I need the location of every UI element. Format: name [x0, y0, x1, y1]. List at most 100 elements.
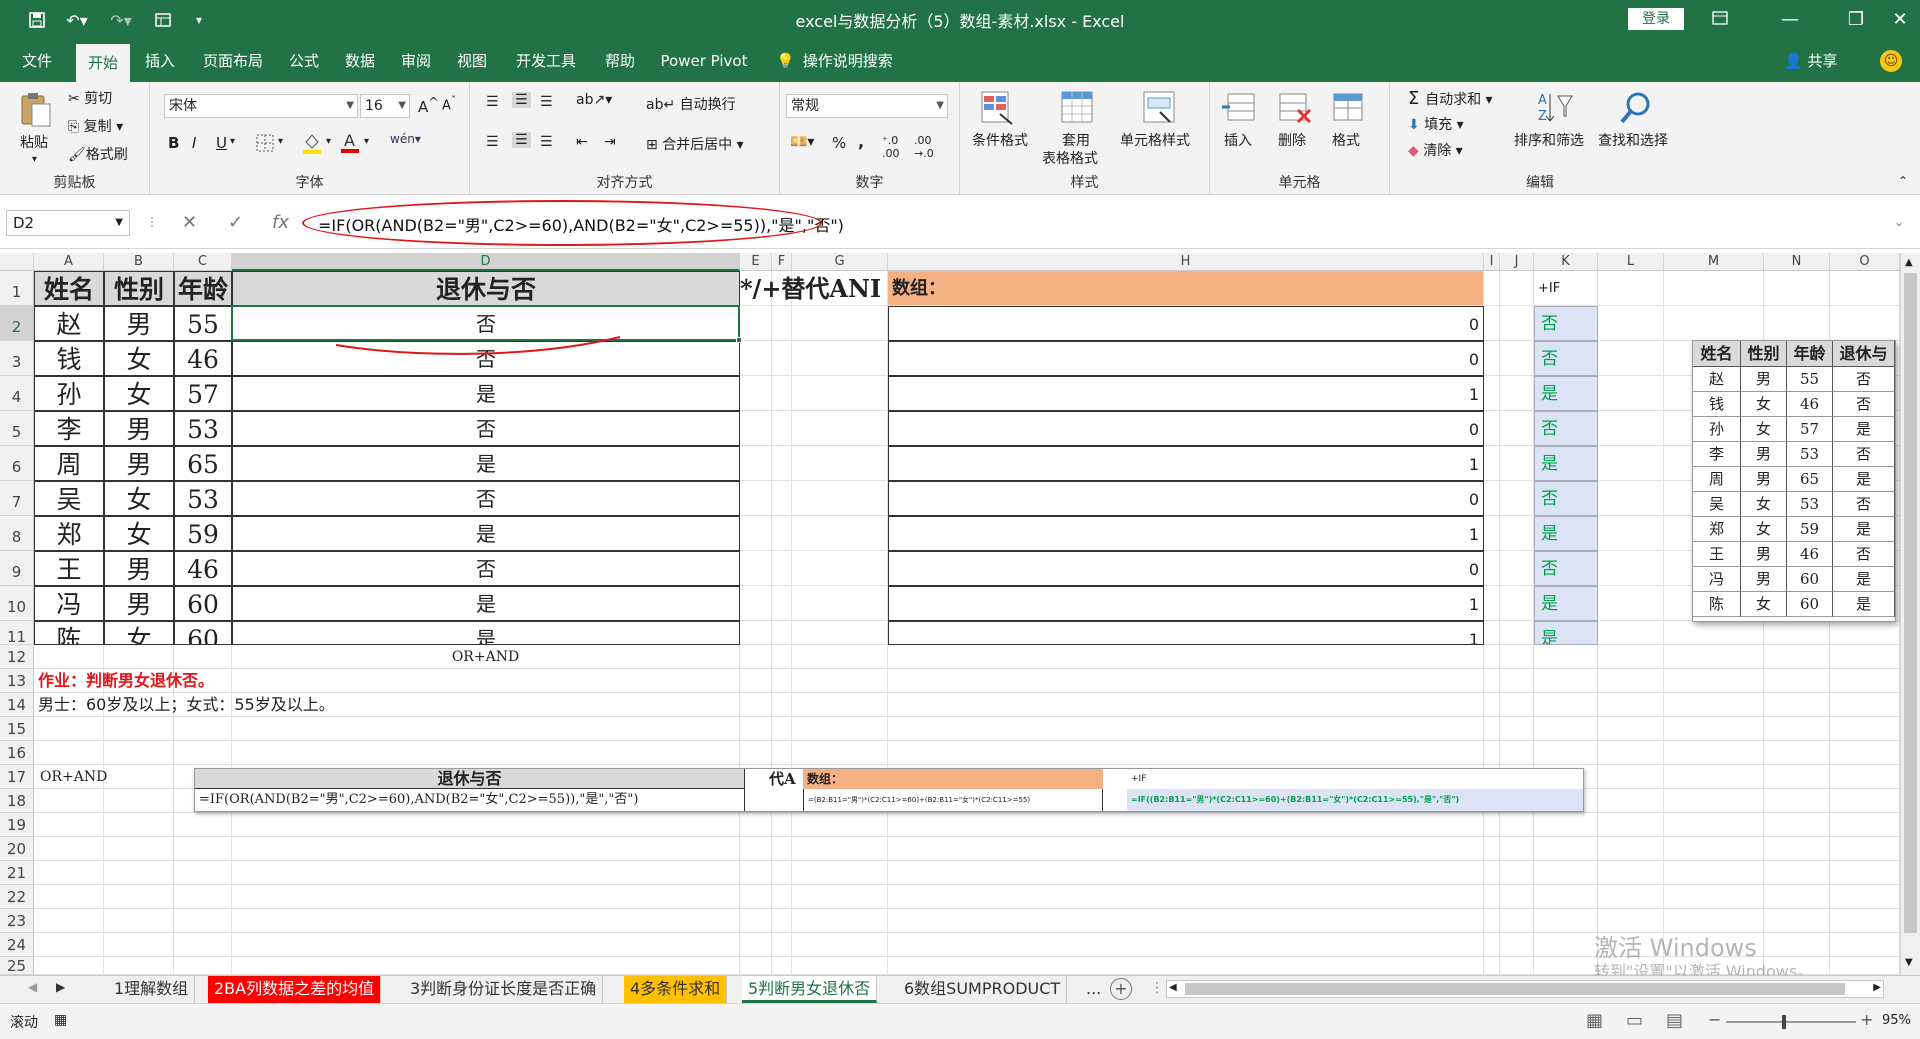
column-header-f[interactable]: F [772, 253, 792, 271]
cell-gender[interactable]: 男 [104, 586, 174, 621]
row-header-20[interactable]: 20 [0, 837, 34, 861]
format-label[interactable]: 格式 [1332, 130, 1360, 150]
row-header-2[interactable]: 2 [0, 306, 34, 341]
cell-name[interactable]: 王 [34, 551, 104, 586]
cell-retired[interactable]: 否 [232, 481, 740, 516]
row-header-5[interactable]: 5 [0, 411, 34, 446]
cell-retired[interactable]: 否 [232, 551, 740, 586]
cell-retired[interactable]: 是 [232, 376, 740, 411]
align-left-icon[interactable]: ☰ [486, 134, 499, 150]
borders-icon[interactable] [256, 134, 274, 156]
pasted-formula-picture[interactable]: 退休与否 =IF(OR(AND(B2="男",C2>=60),AND(B2="女… [194, 768, 1584, 812]
page-break-view-icon[interactable]: ▤ [1666, 1010, 1683, 1031]
align-center-icon[interactable]: ☰ [512, 132, 531, 148]
tab-developer[interactable]: 开发工具 [504, 40, 588, 82]
cell-name[interactable]: 吴 [34, 481, 104, 516]
cell-name[interactable]: 赵 [34, 306, 104, 341]
paste-label[interactable]: 粘贴 [20, 132, 48, 152]
increase-indent-icon[interactable]: ⇥ [604, 134, 616, 150]
insert-label[interactable]: 插入 [1224, 130, 1252, 150]
insert-function-icon[interactable]: fx [272, 212, 289, 233]
cell-age[interactable]: 60 [174, 621, 232, 645]
zoom-level[interactable]: 95% [1882, 1013, 1911, 1028]
row-header-4[interactable]: 4 [0, 376, 34, 411]
row-header-19[interactable]: 19 [0, 813, 34, 837]
cell-h1[interactable]: 数组： [888, 271, 1484, 306]
cell-d1[interactable]: 退休与否 [232, 271, 740, 306]
row-header-8[interactable]: 8 [0, 516, 34, 551]
cell-age[interactable]: 46 [174, 341, 232, 376]
cut-button[interactable]: ✂ 剪切 [68, 88, 112, 108]
column-header-m[interactable]: M [1664, 253, 1764, 271]
row-header-9[interactable]: 9 [0, 551, 34, 586]
horizontal-scroll-thumb[interactable] [1185, 983, 1845, 995]
column-header-e[interactable]: E [740, 253, 772, 271]
tell-me-search[interactable]: 💡 操作说明搜索 [776, 40, 893, 82]
cell-retired[interactable]: 是 [232, 446, 740, 481]
cell-gender[interactable]: 男 [104, 411, 174, 446]
horizontal-scrollbar[interactable]: ◀ ▶ [1166, 980, 1884, 998]
cell-if-result[interactable]: 否 [1534, 306, 1598, 341]
delete-cells-icon[interactable] [1274, 90, 1314, 130]
cell-if-result[interactable]: 否 [1534, 341, 1598, 376]
column-header-k[interactable]: K [1534, 253, 1598, 271]
pasted-table-picture[interactable]: 姓名 性别 年龄 退休与赵男 55 否钱女 46 否孙女 57 是李男 53 否周男 65 是吴女 53 否郑… [1692, 340, 1896, 622]
insert-cells-icon[interactable] [1220, 90, 1260, 130]
cell-name[interactable]: 孙 [34, 376, 104, 411]
worksheet-grid[interactable]: A B C D E F G H I J K L M N O 1 2 3 4 5 6 7 8 9 10 11 12 13 14 15 16 17… [0, 253, 1900, 975]
cell-e1[interactable]: */+替代ANI [740, 271, 888, 306]
cell-gender[interactable]: 女 [104, 481, 174, 516]
cell-b1[interactable]: 性别 [104, 271, 174, 306]
cell-if-result[interactable]: 否 [1534, 551, 1598, 586]
conditional-format-icon[interactable] [978, 90, 1018, 130]
zoom-in-icon[interactable]: + [1860, 1010, 1873, 1029]
cell-age[interactable]: 65 [174, 446, 232, 481]
column-header-n[interactable]: N [1764, 253, 1830, 271]
scroll-right-icon[interactable]: ▶ [1873, 982, 1881, 993]
cell-gender[interactable]: 女 [104, 516, 174, 551]
column-header-h[interactable]: H [888, 253, 1484, 271]
sheet-tab-2[interactable]: 2BA列数据之差的均值 [208, 976, 382, 1003]
cell-array-result[interactable]: 1 [888, 586, 1484, 621]
column-header-j[interactable]: J [1500, 253, 1534, 271]
cell-a18[interactable]: OR+AND [34, 765, 174, 789]
zoom-out-icon[interactable]: − [1708, 1010, 1721, 1029]
cell-array-result[interactable]: 0 [888, 306, 1484, 341]
decrease-indent-icon[interactable]: ⇤ [576, 134, 588, 150]
cell-name[interactable]: 钱 [34, 341, 104, 376]
accounting-format-icon[interactable]: 💴▾ [790, 134, 814, 150]
tab-power-pivot[interactable]: Power Pivot [652, 40, 756, 82]
cell-age[interactable]: 55 [174, 306, 232, 341]
row-header-17[interactable]: 17 [0, 765, 34, 789]
fill-color-icon[interactable] [302, 132, 322, 158]
sort-filter-icon[interactable]: AZ [1536, 90, 1576, 130]
tab-file[interactable]: 文件 [10, 40, 64, 82]
column-header-i[interactable]: I [1484, 253, 1500, 271]
shrink-font-icon[interactable]: Aˇ [442, 94, 456, 113]
cell-gender[interactable]: 女 [104, 621, 174, 645]
column-header-l[interactable]: L [1598, 253, 1664, 271]
tab-formulas[interactable]: 公式 [280, 40, 328, 82]
cell-c1[interactable]: 年龄 [174, 271, 232, 306]
sheet-tab-3[interactable]: 3判断身份证长度是否正确 [404, 976, 604, 1003]
row-header-1[interactable]: 1 [0, 271, 34, 306]
cell-if-result[interactable]: 是 [1534, 516, 1598, 551]
cell-name[interactable]: 李 [34, 411, 104, 446]
wrap-text-button[interactable]: ab↵ 自动换行 [646, 94, 736, 114]
tab-page-layout[interactable]: 页面布局 [194, 40, 272, 82]
cell-retired[interactable]: 是 [232, 586, 740, 621]
cell-age[interactable]: 59 [174, 516, 232, 551]
page-layout-view-icon[interactable]: ▭ [1626, 1010, 1643, 1031]
sheet-tab-5-active[interactable]: 5判断男女退休否 [742, 976, 878, 1003]
format-cells-icon[interactable] [1328, 90, 1368, 130]
underline-dropdown-icon[interactable]: ▾ [230, 136, 235, 147]
feedback-smiley-icon[interactable]: ☺ [1880, 50, 1902, 72]
cell-gender[interactable]: 女 [104, 376, 174, 411]
cell-array-result[interactable]: 1 [888, 376, 1484, 411]
cell-name[interactable]: 陈 [34, 621, 104, 645]
format-painter-button[interactable]: 🖌格式刷 [68, 144, 128, 164]
row-header-23[interactable]: 23 [0, 909, 34, 933]
tab-scroll-left-icon[interactable]: ◀ [28, 980, 37, 994]
cell-retired[interactable]: 是 [232, 516, 740, 551]
expand-formula-icon[interactable]: ⌄ [1894, 215, 1904, 229]
